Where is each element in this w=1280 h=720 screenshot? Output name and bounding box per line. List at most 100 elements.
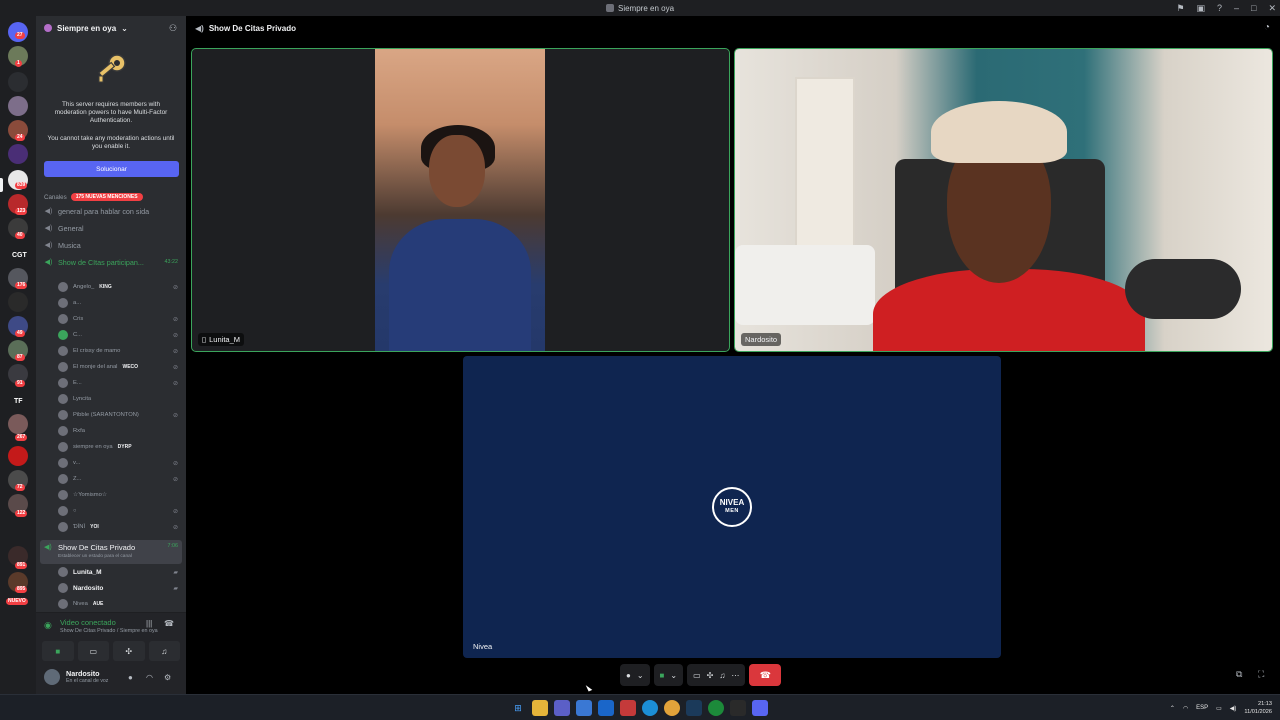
chevron-down-icon[interactable]: ⌄: [637, 671, 644, 680]
terminal-icon[interactable]: [730, 700, 746, 716]
app-icon[interactable]: [620, 700, 636, 716]
folder-icon[interactable]: [8, 72, 28, 92]
camera-icon[interactable]: ■: [42, 641, 74, 661]
speaker-icon: ◀): [195, 23, 204, 33]
voice-member[interactable]: ○ ⊘: [58, 504, 178, 518]
soundboard-icon[interactable]: ♫: [719, 671, 725, 680]
voice-member[interactable]: E... ⊘: [58, 376, 178, 390]
volume-icon[interactable]: ◀): [1230, 705, 1237, 712]
flag-icon[interactable]: ⚑: [1176, 3, 1184, 14]
voice-stage: ◀) Show De Citas Privado ◔ ▯ Lunita_M Na…: [186, 16, 1280, 694]
fullscreen-icon[interactable]: ⛶: [1258, 669, 1264, 680]
add-user-icon[interactable]: ⚇: [168, 23, 178, 33]
voice-member[interactable]: El monje del anal WECO ⊘: [58, 360, 178, 374]
disconnect-icon[interactable]: ☎: [164, 619, 174, 628]
voice-member[interactable]: Rxfa: [58, 424, 178, 438]
steam-icon[interactable]: [686, 700, 702, 716]
voice-member[interactable]: El crissy de mamo ⊘: [58, 344, 178, 358]
video-tile[interactable]: ▯ Lunita_M: [191, 48, 730, 352]
video-icon: ▰: [173, 585, 178, 592]
badge: 122: [15, 510, 28, 517]
channel-item[interactable]: ◀) Show de CItas participan... 43:22: [42, 255, 182, 269]
video-tile[interactable]: Nardosito: [734, 48, 1273, 352]
disconnect-button[interactable]: ☎: [749, 664, 782, 686]
voice-member[interactable]: C... ⊘: [58, 328, 178, 342]
server-icon[interactable]: [8, 292, 28, 312]
minimize-icon[interactable]: –: [1234, 3, 1239, 13]
edge-icon[interactable]: [642, 700, 658, 716]
mic-control[interactable]: ● ⌄: [620, 664, 650, 686]
soundboard-icon[interactable]: ♫: [148, 641, 180, 661]
screen-share-icon[interactable]: ▭: [693, 671, 701, 680]
close-icon[interactable]: ✕: [1268, 3, 1276, 14]
screen-icon[interactable]: ▣: [1196, 3, 1205, 14]
help-icon[interactable]: ?: [1217, 3, 1222, 13]
language-indicator[interactable]: ESP: [1196, 705, 1208, 711]
badge: 176: [15, 282, 28, 289]
app-icon[interactable]: [554, 700, 570, 716]
voice-member[interactable]: Cris ⊘: [58, 312, 178, 326]
avatar[interactable]: [44, 669, 60, 685]
video-tile[interactable]: NIVEA MEN Nivea: [463, 356, 1001, 658]
chrome-icon[interactable]: [664, 700, 680, 716]
noise-suppression-icon[interactable]: |||: [146, 619, 152, 628]
channel-item[interactable]: ◀) General: [42, 221, 182, 235]
discord-icon: [605, 4, 614, 12]
store-icon[interactable]: [576, 700, 592, 716]
file-explorer-icon[interactable]: [532, 700, 548, 716]
mentions-pill[interactable]: 175 NUEVAS MENCIONES: [70, 193, 143, 201]
avatar: [58, 522, 68, 532]
server-icon[interactable]: [8, 446, 28, 466]
voice-member[interactable]: Lunita_M ▰: [58, 565, 178, 579]
discord-icon[interactable]: [752, 700, 768, 716]
xbox-icon[interactable]: [708, 700, 724, 716]
server-icon[interactable]: [8, 96, 28, 116]
fix-button[interactable]: Solucionar: [44, 161, 179, 177]
chat-icon[interactable]: ◔: [1264, 22, 1270, 33]
chevron-down-icon[interactable]: ⌄: [670, 671, 677, 680]
voice-member[interactable]: ƊĪNĪ YOI ⊘: [58, 520, 178, 534]
voice-member[interactable]: Nardosito ▰: [58, 581, 178, 595]
maximize-icon[interactable]: □: [1251, 3, 1256, 13]
voice-member[interactable]: a...: [58, 296, 178, 310]
microphone-icon[interactable]: ●: [626, 671, 631, 680]
channel-item[interactable]: ◀) Musica: [42, 238, 182, 252]
category-channels[interactable]: Canales 175 NUEVAS MENCIONES: [44, 193, 143, 201]
voice-member[interactable]: Z... ⊘: [58, 472, 178, 486]
voice-location[interactable]: Show De Citas Privado / Siempre en oya: [60, 628, 158, 634]
start-icon[interactable]: ⊞: [510, 700, 526, 716]
voice-member[interactable]: Pibble (SARANTONTON) ⊘: [58, 408, 178, 422]
voice-member[interactable]: Nivea AUE: [58, 597, 178, 611]
camera-control[interactable]: ■ ⌄: [653, 664, 684, 686]
user-status: En el canal de voz: [66, 678, 109, 684]
camera-icon[interactable]: ■: [660, 671, 665, 680]
voice-member[interactable]: siempre en oya DYRP: [58, 440, 178, 454]
voice-member[interactable]: v... ⊘: [58, 456, 178, 470]
server-header[interactable]: Siempre en oya ⌄ ⚇: [36, 16, 186, 40]
mobile-icon: ▯: [202, 335, 207, 344]
headphones-icon[interactable]: ◠: [146, 673, 153, 682]
voice-member[interactable]: Angelo_ KING ⊘: [58, 280, 178, 294]
microphone-icon[interactable]: ●: [128, 673, 133, 682]
network-icon[interactable]: ▭: [1216, 705, 1222, 712]
participant-label: ▯ Lunita_M: [198, 333, 244, 346]
voice-member[interactable]: ☆Yomismo☆: [58, 488, 178, 502]
gear-icon[interactable]: ⚙: [164, 673, 171, 682]
active-voice-channel[interactable]: ◀) Show De Citas Privado Establecer un e…: [40, 540, 182, 564]
wifi-icon[interactable]: ◠: [1183, 705, 1188, 712]
voice-member[interactable]: Lyncita: [58, 392, 178, 406]
mail-icon[interactable]: [598, 700, 614, 716]
mute-icon: ⊘: [172, 524, 178, 531]
activities-icon[interactable]: ✣: [113, 641, 145, 661]
channel-item[interactable]: ◀) general para hablar con sida: [42, 204, 182, 218]
username[interactable]: Nardosito: [66, 669, 100, 678]
screen-share-icon[interactable]: ▭: [77, 641, 109, 661]
more-icon[interactable]: ⋯: [731, 671, 739, 680]
chevron-up-icon[interactable]: ⌃: [1170, 705, 1175, 712]
clock[interactable]: 21:13 11/01/2026: [1244, 700, 1272, 716]
server-icon[interactable]: [8, 144, 28, 164]
avatar: [58, 583, 68, 593]
server-icon[interactable]: [8, 414, 28, 434]
activities-icon[interactable]: ✣: [707, 671, 714, 680]
popout-icon[interactable]: ⧉: [1236, 669, 1242, 680]
